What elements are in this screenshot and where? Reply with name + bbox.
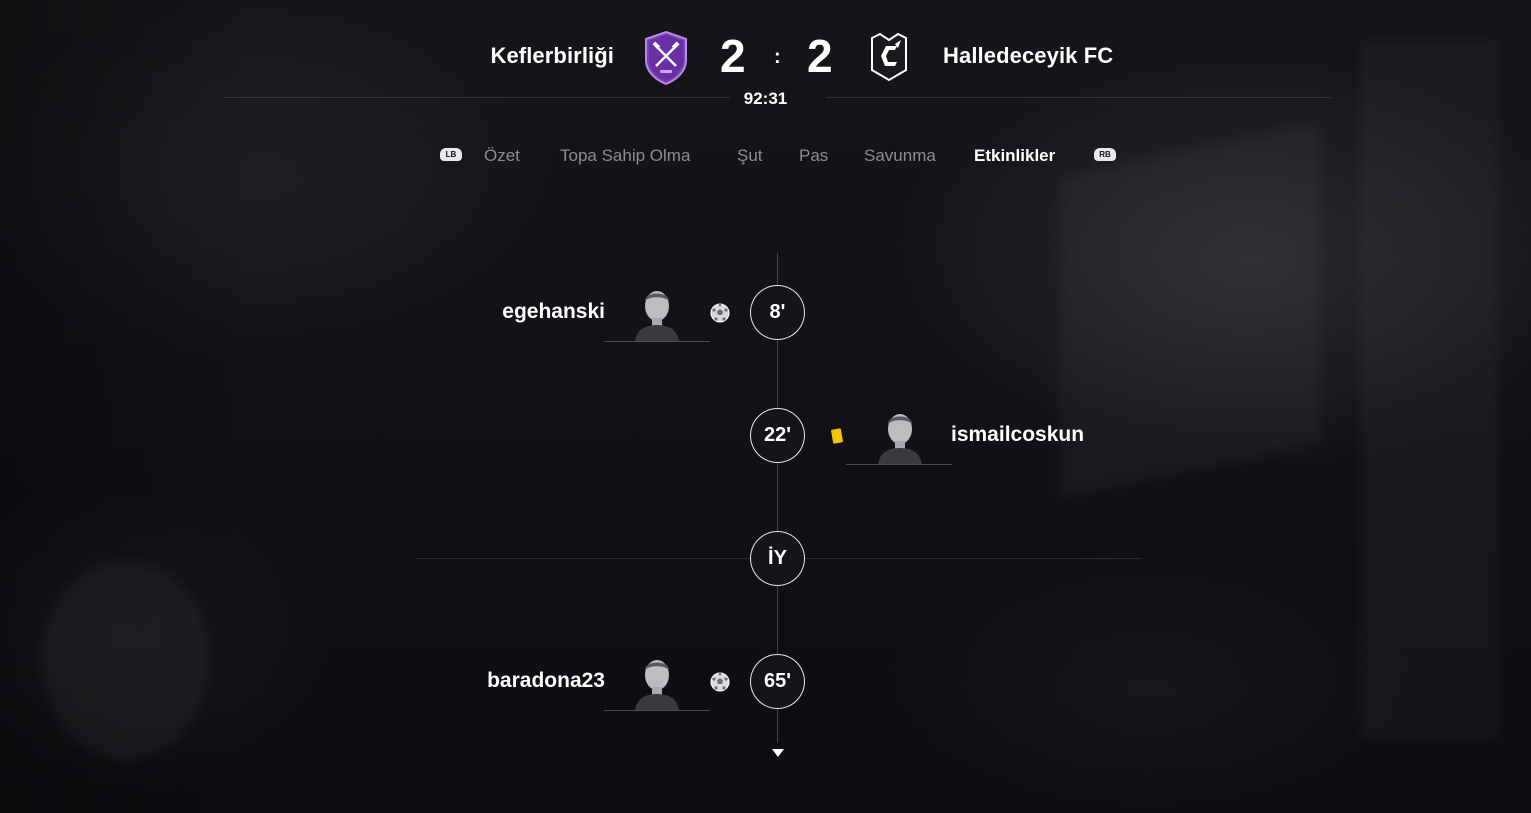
match-clock: 92:31 bbox=[743, 89, 788, 108]
score-separator: : bbox=[774, 46, 781, 68]
avatar-underline bbox=[604, 710, 710, 711]
avatar-underline bbox=[846, 464, 952, 465]
away-score: 2 bbox=[807, 30, 833, 82]
tab-possession[interactable]: Topa Sahip Olma bbox=[560, 146, 690, 166]
avatar-underline bbox=[604, 341, 710, 342]
away-team-name: Halledeceyik FC bbox=[943, 43, 1114, 68]
player-avatar-icon bbox=[878, 414, 922, 464]
event-player-name: ismailcoskun bbox=[951, 423, 1085, 446]
chevron-down-icon[interactable] bbox=[772, 749, 784, 757]
away-team-crest-icon bbox=[871, 32, 907, 82]
match-events-screen: Keflerbirliği 2 : 2 Halledeceyik FC 92:3… bbox=[0, 0, 1531, 813]
rb-button-icon[interactable]: RB bbox=[1094, 148, 1116, 161]
yellow-card-icon bbox=[830, 428, 844, 444]
tab-events[interactable]: Etkinlikler bbox=[974, 146, 1055, 166]
player-avatar-icon bbox=[635, 291, 679, 341]
event-minute: 65' bbox=[750, 654, 805, 709]
tab-shots[interactable]: Şut bbox=[737, 146, 763, 166]
soccer-ball-icon bbox=[710, 672, 730, 692]
tab-ozet[interactable]: Özet bbox=[484, 146, 520, 166]
lb-button-icon[interactable]: LB bbox=[440, 148, 462, 161]
stats-tabs: LB Özet Topa Sahip Olma Şut Pas Savunma … bbox=[0, 144, 1531, 170]
event-player-name: baradona23 bbox=[487, 669, 605, 692]
home-team-crest-icon bbox=[645, 30, 687, 86]
home-score: 2 bbox=[720, 30, 746, 82]
event-player-name: egehanski bbox=[502, 300, 605, 323]
event-minute: 22' bbox=[750, 408, 805, 463]
tab-passes[interactable]: Pas bbox=[799, 146, 828, 166]
background-shape bbox=[1060, 122, 1320, 497]
player-avatar-icon bbox=[635, 660, 679, 710]
home-team-name: Keflerbirliği bbox=[490, 43, 614, 68]
halftime-marker: İY bbox=[750, 531, 805, 586]
background-shape bbox=[40, 560, 210, 760]
scoreboard: Keflerbirliği 2 : 2 Halledeceyik FC 92:3… bbox=[0, 0, 1531, 120]
soccer-ball-icon bbox=[710, 303, 730, 323]
event-minute: 8' bbox=[750, 285, 805, 340]
tab-defense[interactable]: Savunma bbox=[864, 146, 936, 166]
